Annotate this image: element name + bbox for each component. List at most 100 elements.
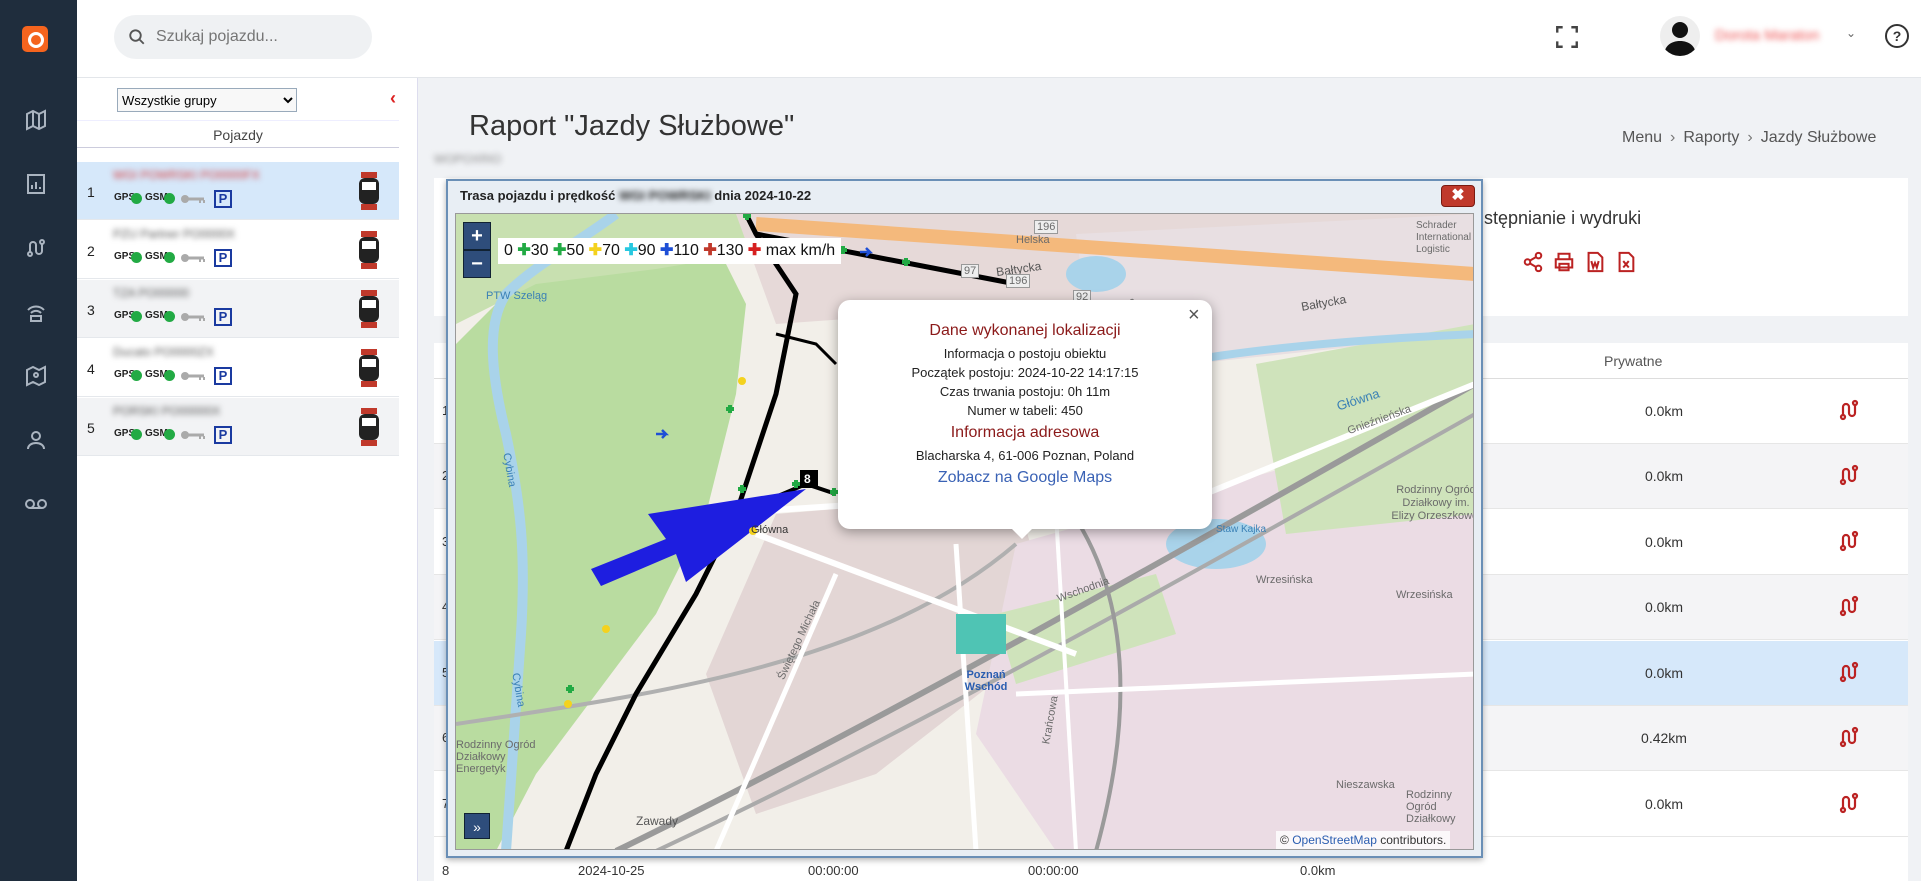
route-icon[interactable] bbox=[1837, 463, 1861, 487]
road-number: 196 bbox=[1034, 220, 1059, 234]
vehicle-row[interactable]: 4 Ducato PO0000ZX GPS GSM P bbox=[77, 339, 399, 397]
route-dialog: Trasa pojazdu i prędkość WGI POWRSKI dni… bbox=[446, 179, 1483, 858]
help-icon[interactable]: ? bbox=[1885, 24, 1909, 48]
speed-legend: 0 ✚30 ✚50 ✚70 ✚90 ✚110 ✚130 ✚ max km/h bbox=[498, 238, 842, 264]
vehicle-row[interactable]: 2 PZU Partner PO0000X GPS GSM P bbox=[77, 221, 399, 279]
zones-icon[interactable] bbox=[24, 364, 48, 388]
fullscreen-icon[interactable] bbox=[1554, 24, 1580, 50]
plus-icon-cyan: ✚ bbox=[624, 242, 638, 259]
expand-panel-button[interactable]: » bbox=[464, 813, 490, 839]
collapse-panel-icon[interactable]: ‹ bbox=[390, 88, 396, 109]
gsm-status-dot bbox=[164, 252, 175, 263]
table-row[interactable]: 8 2024-10-25 00:00:00 00:00:00 0.0km bbox=[434, 861, 1908, 881]
water-label: Staw Kajka bbox=[1216, 524, 1267, 535]
gps-status-dot bbox=[131, 252, 142, 263]
top-bar: Dorota Maraton ⌄ ? bbox=[77, 0, 1921, 78]
place-label: Rodzinny Ogród Działkowy bbox=[1406, 789, 1456, 825]
popup-info: Informacja o postoju obiektu bbox=[943, 346, 1107, 361]
search-icon bbox=[129, 29, 145, 45]
zoom-in-button[interactable]: + bbox=[463, 222, 491, 250]
route-icon[interactable] bbox=[1837, 529, 1861, 553]
row-distance: 0.0km bbox=[1300, 863, 1336, 878]
user-icon[interactable] bbox=[24, 428, 48, 452]
popup-duration: Czas trwania postoju: 0h 11m bbox=[939, 384, 1111, 399]
car-icon bbox=[359, 349, 379, 387]
vehicle-plate: Ducato PO0000ZX bbox=[113, 345, 214, 359]
vehicle-row-number: 2 bbox=[87, 243, 95, 259]
vehicle-row[interactable]: 1 WGI POWRSKI PO0000FX GPS GSM P bbox=[77, 162, 399, 220]
popup-close-icon[interactable]: × bbox=[1188, 304, 1200, 327]
vehicle-search[interactable] bbox=[114, 15, 372, 59]
route-icon[interactable] bbox=[1837, 594, 1861, 618]
car-icon bbox=[359, 290, 379, 328]
gps-status-dot bbox=[131, 429, 142, 440]
plus-icon-blue: ✚ bbox=[659, 242, 674, 259]
legend-suffix: max km/h bbox=[765, 242, 836, 259]
export-tools bbox=[1522, 251, 1646, 278]
street-label: Helska bbox=[1016, 234, 1050, 246]
zoom-out-button[interactable]: − bbox=[463, 250, 491, 278]
reports-icon[interactable] bbox=[24, 172, 48, 196]
print-icon[interactable] bbox=[1553, 251, 1575, 273]
dialog-title-prefix: Trasa pojazdu i prędkość bbox=[460, 188, 616, 203]
route-icon[interactable] bbox=[1837, 398, 1861, 422]
breadcrumb-separator: › bbox=[1747, 129, 1753, 146]
search-input[interactable] bbox=[156, 15, 356, 59]
map-icon[interactable] bbox=[24, 108, 48, 132]
vehicle-row-number: 1 bbox=[87, 184, 95, 200]
road-number: 97 bbox=[961, 264, 980, 278]
plus-icon-green: ✚ bbox=[553, 242, 567, 259]
parking-icon: P bbox=[214, 367, 232, 385]
group-select[interactable]: Wszystkie grupy bbox=[117, 88, 297, 112]
plus-icon-yellow: ✚ bbox=[588, 242, 603, 259]
legend-value: 50 bbox=[566, 242, 585, 259]
row-time-end: 00:00:00 bbox=[1028, 863, 1079, 878]
legend-value: 30 bbox=[530, 242, 549, 259]
user-name: Dorota Maraton bbox=[1715, 27, 1820, 44]
dialog-close-button[interactable]: ✖ bbox=[1441, 185, 1475, 207]
row-private-distance: 0.0km bbox=[1644, 665, 1684, 681]
row-date: 2024-10-25 bbox=[578, 863, 645, 878]
row-private-distance: 0.0km bbox=[1644, 599, 1684, 615]
route-icon[interactable] bbox=[1837, 660, 1861, 684]
vehicles-column-header: Pojazdy bbox=[77, 120, 399, 148]
vehicle-row[interactable]: 3 TZA PO00000 GPS GSM P bbox=[77, 280, 399, 338]
vehicle-row[interactable]: 5 PORSKI PO00000X GPS GSM P bbox=[77, 398, 399, 456]
place-label: Schrader International Logistic bbox=[1416, 220, 1472, 255]
row-time-start: 00:00:00 bbox=[808, 863, 859, 878]
vehicle-plate: WGI POWRSKI PO0000FX bbox=[113, 168, 260, 182]
vehicle-row-number: 5 bbox=[87, 420, 95, 436]
page-subtitle: WOPOXRIO bbox=[434, 152, 502, 166]
breadcrumb-reports[interactable]: Raporty bbox=[1683, 129, 1739, 146]
route-map[interactable]: Bałtycka Bałtycka Helska Schrader Intern… bbox=[455, 213, 1474, 850]
google-maps-link[interactable]: Zobacz na Google Maps bbox=[838, 469, 1212, 487]
plus-icon-darkred: ✚ bbox=[703, 242, 717, 259]
road-number: 196 bbox=[1006, 274, 1031, 288]
voicemail-icon[interactable] bbox=[24, 492, 48, 516]
signal-icon[interactable] bbox=[24, 300, 48, 324]
vehicles-panel: Wszystkie grupy ‹ Pojazdy 1 WGI POWRSKI P… bbox=[77, 78, 418, 881]
legend-value: 130 bbox=[716, 242, 744, 259]
popup-start: Początek postoju: 2024-10-22 14:17:15 bbox=[911, 365, 1139, 380]
excel-export-icon[interactable] bbox=[1615, 251, 1637, 273]
word-export-icon[interactable] bbox=[1584, 251, 1606, 273]
gps-status-dot bbox=[131, 193, 142, 204]
car-icon bbox=[359, 172, 379, 210]
routes-icon[interactable] bbox=[24, 236, 48, 260]
gsm-status-dot bbox=[164, 193, 175, 204]
plus-icon-red: ✚ bbox=[747, 242, 762, 259]
route-icon[interactable] bbox=[1837, 725, 1861, 749]
popup-address-heading: Informacja adresowa bbox=[950, 424, 1100, 441]
app-logo-icon[interactable] bbox=[22, 26, 48, 52]
vehicle-plate: PZU Partner PO0000X bbox=[113, 227, 236, 241]
ignition-key-icon bbox=[181, 313, 205, 321]
parking-marker-number[interactable]: 8 bbox=[804, 472, 811, 486]
osm-link[interactable]: OpenStreetMap bbox=[1292, 833, 1377, 847]
share-icon[interactable] bbox=[1522, 251, 1544, 273]
car-icon bbox=[359, 231, 379, 269]
user-menu[interactable]: Dorota Maraton ⌄ bbox=[1660, 14, 1860, 58]
breadcrumb-menu[interactable]: Menu bbox=[1622, 129, 1662, 146]
popup-address: Blacharska 4, 61-006 Poznan, Poland bbox=[915, 448, 1135, 463]
route-icon[interactable] bbox=[1837, 791, 1861, 815]
place-label: PTW Szeląg bbox=[486, 290, 548, 302]
